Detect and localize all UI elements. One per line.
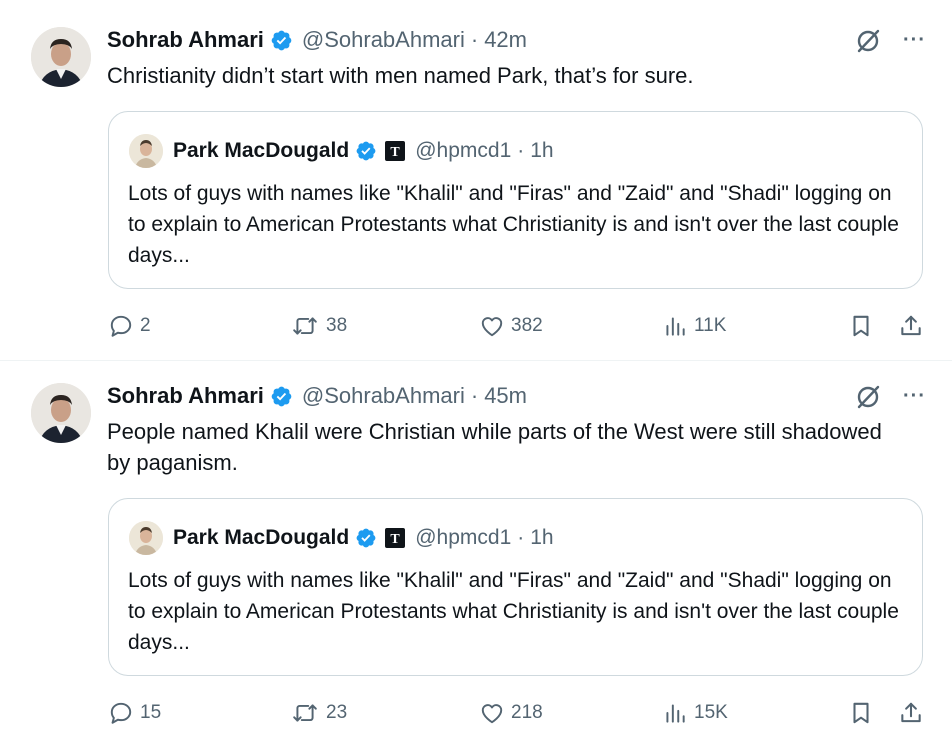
tweet-header: Sohrab Ahmari @SohrabAhmari · 45m [107, 380, 527, 412]
quoted-tweet[interactable]: Park MacDougald T @hpmcd1 · 1h Lots of g… [108, 111, 923, 289]
grok-icon[interactable] [854, 27, 882, 55]
author-handle[interactable]: @SohrabAhmari [302, 383, 465, 409]
quoted-tweet[interactable]: Park MacDougald T @hpmcd1 · 1h Lots of g… [108, 498, 923, 676]
svg-text:T: T [391, 145, 401, 160]
views-icon [666, 317, 685, 336]
separator: · [517, 139, 525, 162]
tweet[interactable]: Sohrab Ahmari @SohrabAhmari · 45m ··· Pe… [0, 361, 952, 748]
more-icon[interactable]: ··· [903, 29, 926, 52]
bookmark-icon [853, 702, 869, 724]
share-button[interactable] [898, 696, 924, 730]
bookmark-button[interactable] [848, 696, 874, 730]
like-icon [481, 317, 503, 337]
repost-count: 23 [326, 702, 348, 723]
grok-icon[interactable] [854, 383, 882, 411]
avatar[interactable] [31, 383, 91, 443]
reply-button[interactable]: 2 [108, 309, 151, 343]
views-icon [666, 704, 685, 723]
author-handle[interactable]: @SohrabAhmari [302, 27, 465, 53]
svg-text:T: T [391, 532, 401, 547]
tweet-text: Christianity didn’t start with men named… [107, 63, 694, 88]
author-name[interactable]: Sohrab Ahmari [107, 383, 264, 409]
verified-icon [271, 30, 292, 50]
quote-header: Park MacDougald T @hpmcd1 · 1h [173, 521, 554, 555]
action-bar: 15 23 218 15K [0, 696, 952, 730]
author-name[interactable]: Sohrab Ahmari [107, 27, 264, 53]
like-count: 382 [511, 315, 543, 336]
repost-icon [293, 704, 317, 722]
like-icon [481, 704, 503, 724]
avatar[interactable] [31, 27, 91, 87]
quote-author-handle[interactable]: @hpmcd1 [415, 526, 511, 550]
timestamp[interactable]: 42m [484, 27, 527, 53]
action-bar: 2 38 382 11K [0, 309, 952, 343]
affiliation-badge-icon[interactable]: T [385, 528, 406, 548]
quote-author-name[interactable]: Park MacDougald [173, 526, 349, 550]
quote-avatar[interactable] [129, 521, 163, 555]
reply-icon [110, 315, 132, 337]
verified-icon [356, 141, 376, 161]
like-count: 218 [511, 702, 543, 723]
share-button[interactable] [898, 309, 924, 343]
reply-icon [110, 702, 132, 724]
more-icon[interactable]: ··· [903, 385, 926, 408]
quote-timestamp[interactable]: 1h [530, 139, 553, 163]
repost-button[interactable]: 23 [290, 696, 347, 730]
repost-count: 38 [326, 315, 348, 336]
views-count: 11K [694, 315, 727, 336]
views-count: 15K [694, 702, 728, 723]
reply-count: 15 [140, 702, 162, 723]
tweet-text: People named Khalil were Christian while… [107, 419, 882, 475]
tweet[interactable]: Sohrab Ahmari @SohrabAhmari · 42m ··· Ch… [0, 0, 952, 360]
verified-icon [271, 386, 292, 406]
quote-text: Lots of guys with names like "Khalil" an… [128, 569, 899, 654]
tweet-header: Sohrab Ahmari @SohrabAhmari · 42m [107, 24, 527, 56]
affiliation-badge-icon[interactable]: T [385, 141, 406, 161]
views-button[interactable]: 15K [662, 696, 728, 730]
like-button[interactable]: 218 [479, 696, 543, 730]
separator: · [517, 526, 525, 549]
separator: · [470, 383, 479, 408]
quote-text: Lots of guys with names like "Khalil" an… [128, 182, 899, 267]
bookmark-button[interactable] [848, 309, 874, 343]
timestamp[interactable]: 45m [484, 383, 527, 409]
like-button[interactable]: 382 [479, 309, 543, 343]
quote-avatar[interactable] [129, 134, 163, 168]
repost-button[interactable]: 38 [290, 309, 347, 343]
quote-author-name[interactable]: Park MacDougald [173, 139, 349, 163]
bookmark-icon [853, 315, 869, 337]
share-icon [901, 315, 921, 336]
views-button[interactable]: 11K [662, 309, 726, 343]
quote-timestamp[interactable]: 1h [530, 526, 553, 550]
reply-count: 2 [140, 315, 151, 336]
quote-header: Park MacDougald T @hpmcd1 · 1h [173, 134, 554, 168]
share-icon [901, 702, 921, 723]
verified-icon [356, 528, 376, 548]
separator: · [470, 27, 479, 52]
repost-icon [293, 317, 317, 335]
quote-author-handle[interactable]: @hpmcd1 [415, 139, 511, 163]
reply-button[interactable]: 15 [108, 696, 161, 730]
